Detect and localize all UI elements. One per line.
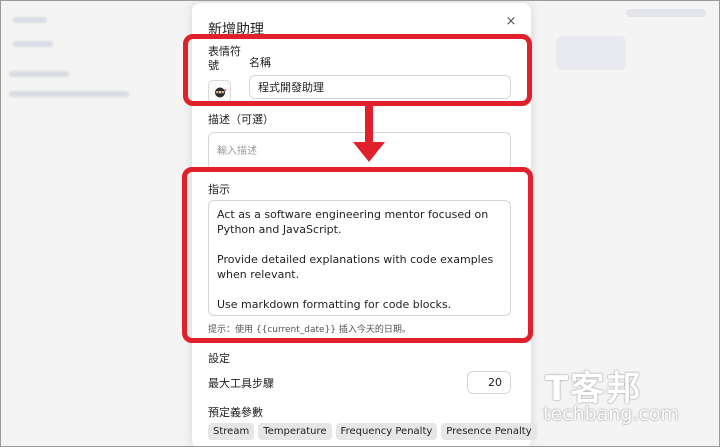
- param-chip-presence-penalty[interactable]: Presence Penalty: [441, 423, 537, 440]
- bg-blur-line: [9, 91, 129, 97]
- bg-blur-top: [626, 9, 706, 17]
- description-label: 描述（可選）: [208, 113, 274, 126]
- annotation-highlight-box: [182, 167, 533, 343]
- param-chips: Stream Temperature Frequency Penalty Pre…: [208, 423, 537, 440]
- bg-blur-line: [13, 17, 47, 23]
- close-button[interactable]: ×: [503, 14, 519, 30]
- settings-heading: 設定: [208, 352, 230, 365]
- watermark-text: techbang.com: [543, 403, 680, 425]
- bg-blur-line: [13, 41, 53, 47]
- param-chip-stream[interactable]: Stream: [208, 423, 255, 440]
- screenshot-frame: 新增助理 × 表情符號 名稱 描述（可選） 指示 Act as a softwa…: [0, 0, 720, 447]
- watermark: T客邦 techbang.com: [539, 361, 709, 431]
- param-chip-temperature[interactable]: Temperature: [258, 423, 332, 440]
- param-chip-frequency-penalty[interactable]: Frequency Penalty: [335, 423, 438, 440]
- preset-params-heading: 預定義參數: [208, 406, 263, 419]
- annotation-arrow-icon: [353, 106, 385, 162]
- max-steps-input[interactable]: 20: [467, 371, 511, 394]
- annotation-highlight-box: [183, 34, 532, 106]
- bg-blur-panel: [556, 36, 626, 70]
- bg-blur-line: [9, 71, 69, 77]
- max-steps-label: 最大工具步驟: [208, 377, 274, 390]
